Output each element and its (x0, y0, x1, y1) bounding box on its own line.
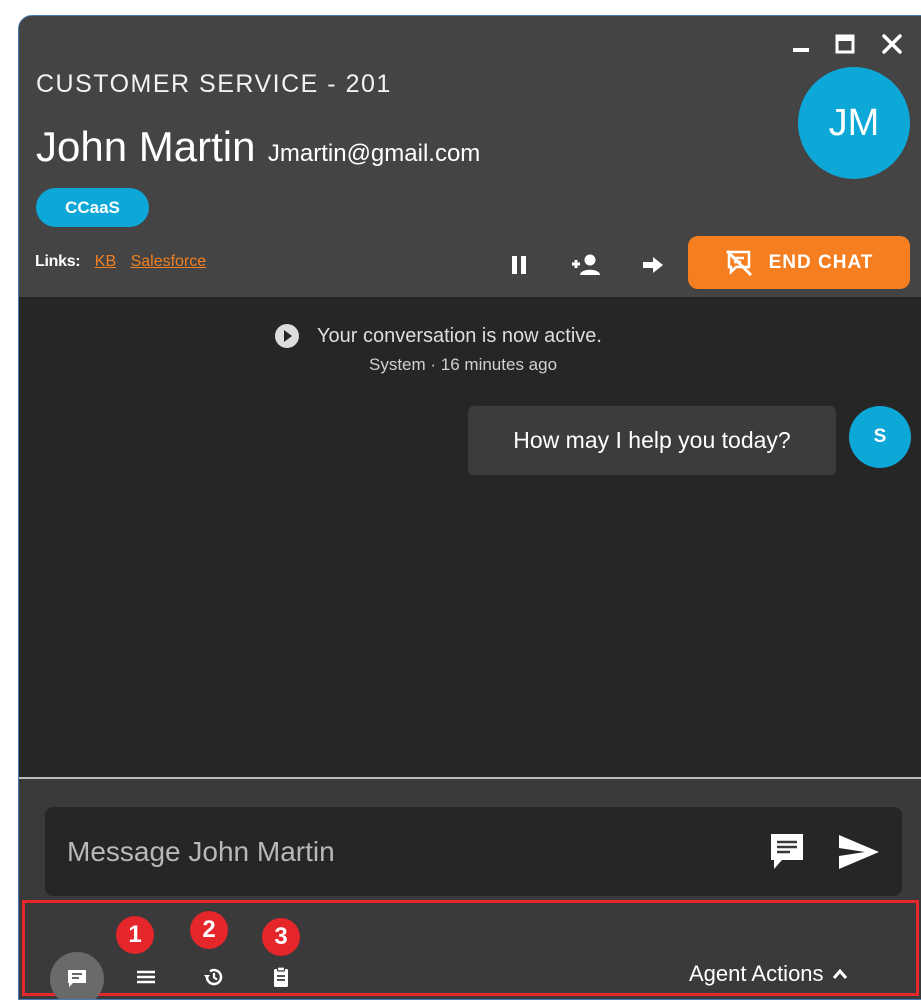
chat-window: CUSTOMER SERVICE - 201 John Martin Jmart… (18, 15, 921, 1000)
customer-email: Jmartin@gmail.com (267, 140, 481, 167)
message-template-icon (771, 834, 803, 869)
transfer-button[interactable] (635, 247, 671, 283)
queue-label: CUSTOMER SERVICE - 201 (36, 70, 392, 98)
end-chat-label: END CHAT (768, 251, 874, 273)
chat-icon (68, 970, 86, 987)
end-chat-button[interactable]: END CHAT (688, 236, 910, 289)
chat-header: CUSTOMER SERVICE - 201 John Martin Jmart… (19, 16, 921, 297)
tool-button-3[interactable] (263, 959, 299, 995)
link-kb[interactable]: KB (95, 253, 116, 270)
agent-actions-menu[interactable]: Agent Actions (689, 961, 848, 987)
tool-button-2[interactable] (196, 959, 232, 995)
customer-info: John Martin Jmartin@gmail.com (36, 123, 480, 171)
menu-lines-icon (137, 970, 155, 984)
send-icon (839, 835, 879, 869)
hold-button[interactable] (501, 247, 537, 283)
annotation-badge-1: 1 (116, 916, 154, 954)
channel-tag: CCaaS (36, 188, 149, 227)
system-message: Your conversation is now active. (274, 323, 602, 349)
minimize-icon[interactable] (787, 30, 815, 58)
annotation-badge-2: 2 (190, 911, 228, 949)
end-chat-icon (725, 249, 752, 276)
maximize-icon[interactable] (831, 30, 859, 58)
system-message-text: Your conversation is now active. (317, 324, 602, 347)
tool-button-1[interactable] (128, 959, 164, 995)
pause-icon (512, 256, 526, 274)
chat-tab-button[interactable] (50, 952, 104, 999)
play-circle-icon (275, 324, 299, 348)
canned-responses-button[interactable] (762, 827, 812, 877)
send-button[interactable] (834, 827, 884, 877)
sender-avatar: S (849, 406, 911, 468)
agent-message-bubble: How may I help you today? (468, 406, 836, 475)
annotation-badge-3: 3 (262, 918, 300, 956)
composer (19, 779, 921, 897)
arrow-right-icon (643, 257, 663, 273)
close-icon[interactable] (878, 30, 906, 58)
add-person-icon (572, 254, 600, 275)
history-icon (204, 968, 223, 986)
customer-name: John Martin (36, 123, 256, 170)
system-message-meta: System · 16 minutes ago (369, 355, 558, 374)
conversation-area[interactable]: Your conversation is now active. System … (19, 297, 921, 777)
agent-actions-label: Agent Actions (689, 961, 824, 986)
agent-toolbar: 1 2 3 Agent Actions (19, 897, 921, 999)
links-label: Links: (35, 253, 81, 270)
link-salesforce[interactable]: Salesforce (131, 253, 207, 270)
clipboard-icon (274, 966, 288, 987)
links-bar: Links: KB Salesforce (35, 253, 206, 271)
add-participant-button[interactable] (568, 247, 604, 283)
customer-avatar: JM (798, 67, 910, 179)
chevron-up-icon (832, 968, 847, 979)
